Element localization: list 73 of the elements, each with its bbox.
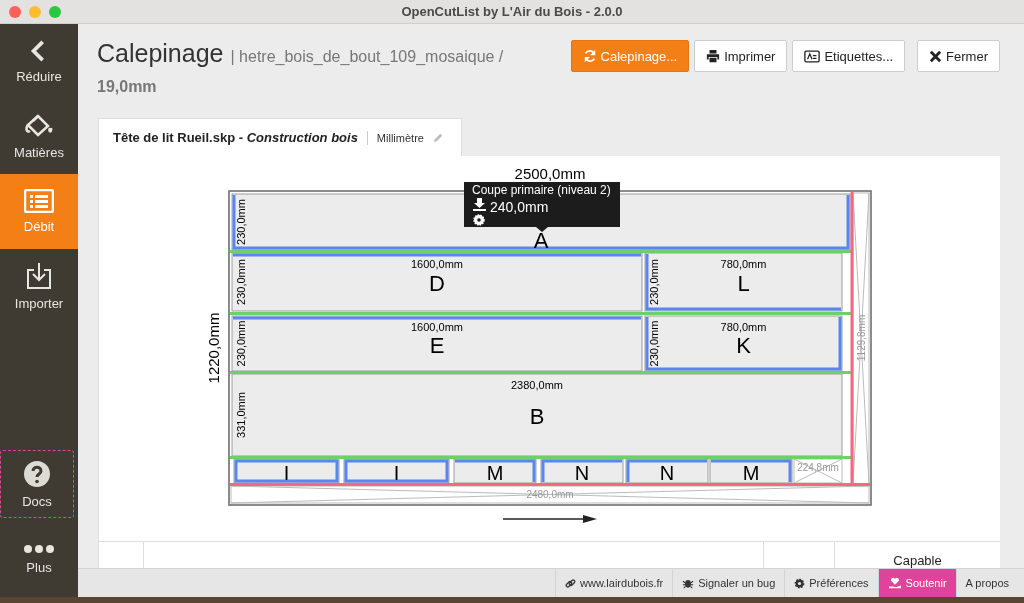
length-label: 780,0mm [720,321,767,333]
part-panel[interactable] [625,458,709,484]
page-title: Calepinage [97,39,224,68]
sheet-width-label: 1220,0mm [205,312,222,384]
saw-blade-icon [473,214,485,226]
cut-line[interactable] [850,192,854,485]
toolbar-button[interactable]: Imprimer [694,40,788,72]
pencil-icon[interactable] [432,132,444,143]
length-label: 780,0mm [720,258,767,270]
waste-label: 1129,8mm [856,314,867,362]
part-letter: D [429,271,445,296]
width-label: 230,0mm [648,320,660,367]
width-label: 230,0mm [235,259,247,305]
part-letter: E [429,332,445,358]
minimize-window-button[interactable] [29,5,41,18]
tooltip-value: 240,0mm [490,199,549,215]
part-letter: M [486,462,504,484]
download-icon [473,198,486,211]
sidebar-item[interactable]: Matières [0,99,78,174]
status-bar-link[interactable]: Soutenir [877,569,956,597]
label-icon [804,49,821,63]
part-letter: A [533,228,549,253]
part-letter: N [574,462,590,484]
toolbar-button[interactable]: Fermer [917,40,1000,72]
thickness-label: 19,0mm [97,78,158,96]
part-panel[interactable] [540,458,624,484]
part-panel[interactable] [709,458,793,484]
part-letter: I [283,462,290,484]
toolbar-button[interactable]: Etiquettes... [792,40,906,72]
close-window-button[interactable] [9,5,21,18]
part-letter: M [742,462,760,484]
heart-hand-icon [887,577,902,589]
document-tab[interactable]: Tête de lit Rueil.skp - Construction bois Millimètre [98,118,462,156]
sidebar-item[interactable]: Importer [0,249,78,324]
document-title: Tête de lit Rueil.skp - Construction bois [113,130,358,145]
table-cell: Capable [893,553,942,568]
sheet-name: | hetre_bois_de_bout_109_mosaique / [230,48,504,66]
width-label: 230,0mm [235,199,247,245]
waste-label: 224,8mm [797,462,839,473]
import-icon [26,262,52,290]
part-letter: K [736,332,751,358]
part-letter: I [393,462,400,484]
sidebar-item[interactable]: Docs [0,450,74,518]
units-label: Millimètre [376,131,424,144]
more-icon [23,544,55,554]
sidebar-item[interactable]: Plus [0,522,78,597]
length-label: 1600,0mm [411,258,463,270]
width-label: 230,0mm [648,259,660,305]
width-label: 230,0mm [235,320,247,367]
length-label: 1600,0mm [411,321,463,333]
part-letter: B [529,404,545,429]
link-icon [565,577,577,589]
part-letter: N [659,462,675,484]
list-icon [24,189,54,213]
sidebar-item[interactable]: Réduire [0,24,78,99]
width-label: 331,0mm [235,392,247,438]
sheet-length-label: 2500,0mm [514,165,586,182]
part-letter: L [737,271,750,296]
zoom-window-button[interactable] [49,5,61,18]
waste-piece [793,458,843,484]
bug-icon [682,577,695,589]
part-panel[interactable] [453,458,537,484]
part-panel[interactable] [644,315,843,372]
refresh-icon [582,49,597,63]
close-icon [929,49,943,63]
window-title: OpenCutList by L'Air du Bois - 2.0.0 [400,4,624,19]
paint-bucket-icon [24,113,54,139]
settings-icon [794,577,806,589]
waste-label: 2480,0mm [526,489,574,500]
length-label: 2380,0mm [511,379,563,391]
tooltip-title: Coupe primaire (niveau 2) [472,183,611,197]
print-icon [706,49,721,63]
help-icon [23,459,51,488]
